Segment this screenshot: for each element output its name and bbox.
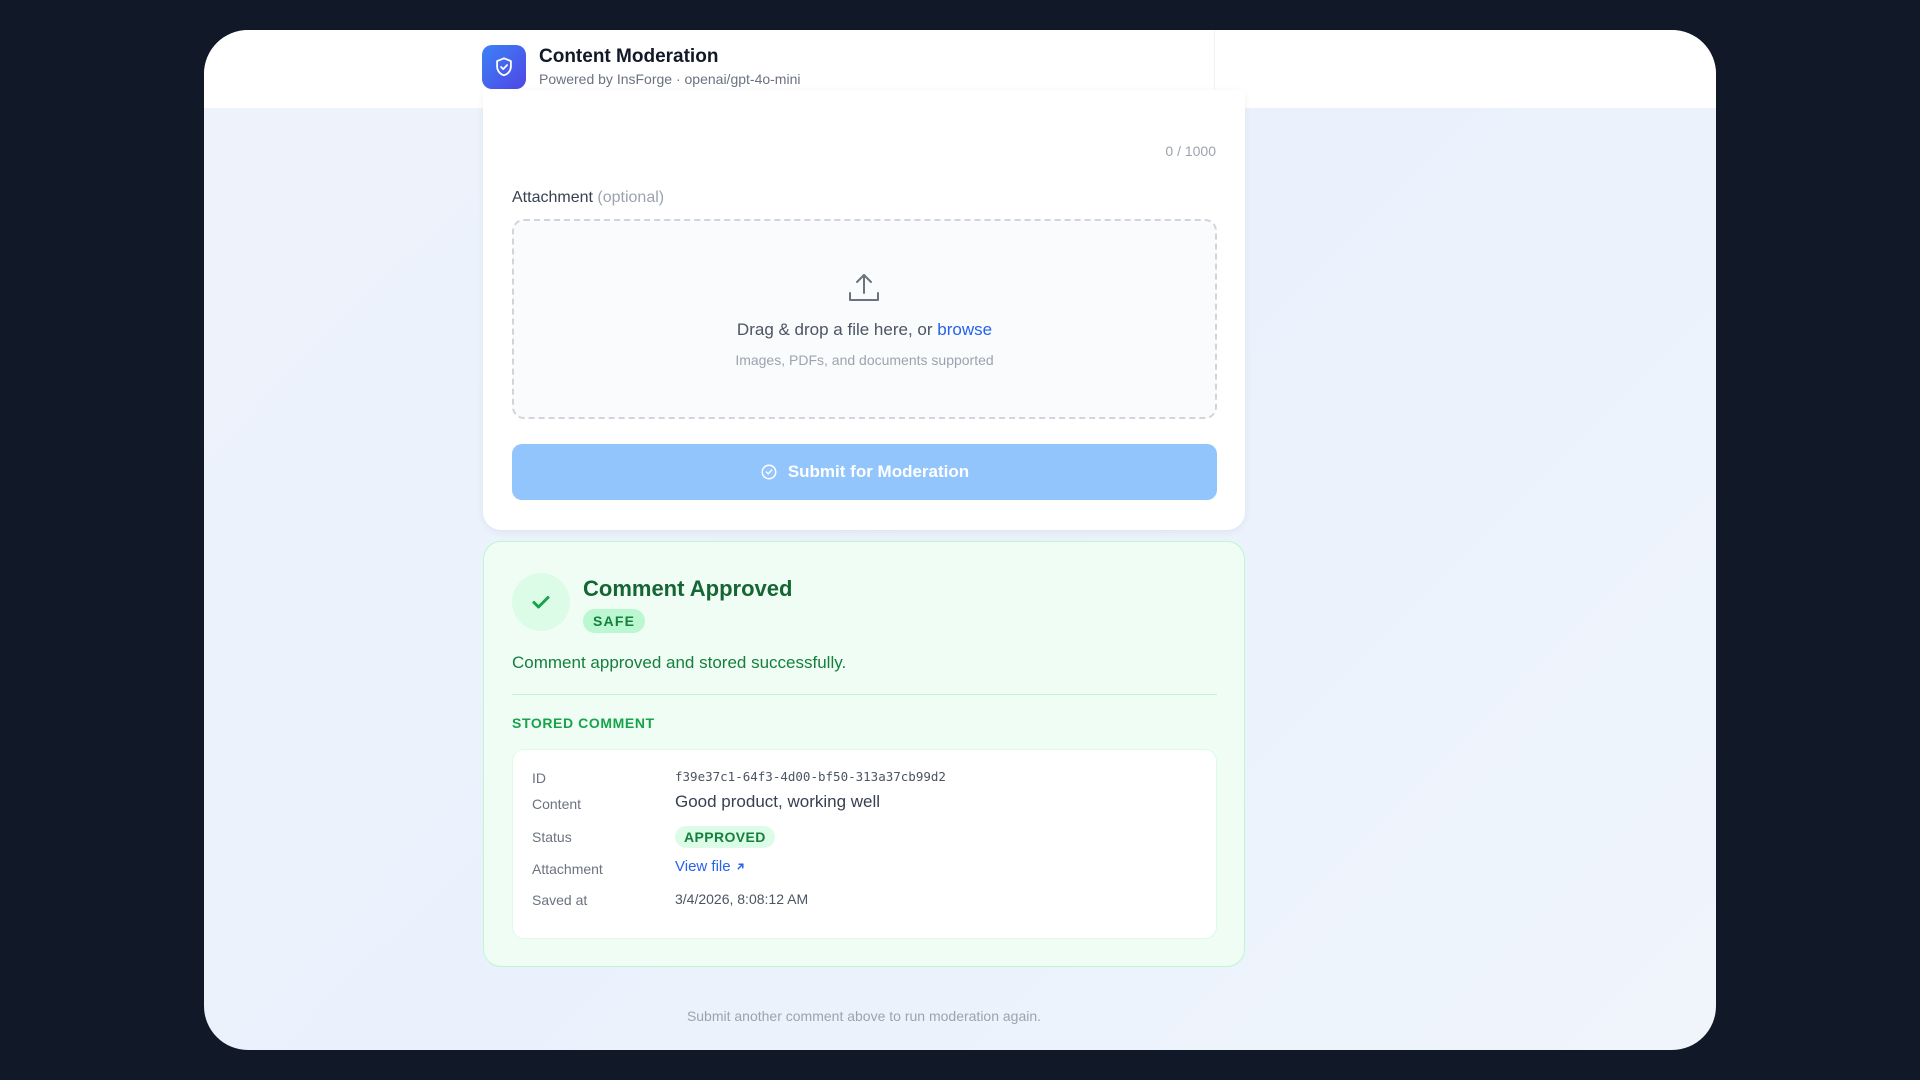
detail-value-content: Good product, working well: [675, 792, 881, 811]
view-file-label: View file: [675, 858, 731, 875]
stored-comment-details: ID f39e37c1-64f3-4d00-bf50-313a37cb99d2 …: [512, 749, 1217, 939]
comment-form-card: 0 / 1000 Attachment (optional) Drag & dr…: [483, 90, 1245, 530]
dropzone-hint: Images, PDFs, and documents supported: [735, 352, 994, 368]
detail-row-content: Content Good product, working well: [532, 792, 1197, 816]
detail-label-attachment: Attachment: [532, 861, 603, 877]
view-file-link[interactable]: View file: [675, 858, 746, 875]
browse-link[interactable]: browse: [937, 320, 992, 339]
detail-label-saved-at: Saved at: [532, 892, 588, 908]
app-title: Content Moderation: [539, 46, 719, 67]
dropzone-instruction: Drag & drop a file here, or: [736, 320, 933, 339]
result-message: Comment approved and stored successfully…: [512, 653, 847, 672]
file-dropzone[interactable]: Drag & drop a file here, or browse Image…: [512, 219, 1217, 419]
submit-button-label: Submit for Moderation: [787, 462, 970, 481]
divider: [512, 694, 1217, 695]
moderation-result-card: Comment Approved SAFE Comment approved a…: [483, 541, 1245, 967]
status-badge: APPROVED: [675, 826, 775, 848]
submit-button[interactable]: Submit for Moderation: [512, 444, 1217, 500]
detail-row-id: ID f39e37c1-64f3-4d00-bf50-313a37cb99d2: [532, 766, 1197, 790]
attachment-label-text: Attachment: [512, 189, 593, 206]
upload-icon: [849, 274, 879, 301]
result-title: Comment Approved: [583, 576, 793, 601]
check-circle-icon: [761, 464, 777, 480]
app-subtitle: Powered by InsForge · openai/gpt-4o-mini: [539, 71, 801, 87]
detail-row-status: Status APPROVED: [532, 825, 1197, 849]
external-link-icon: [737, 863, 744, 870]
stored-comment-heading: STORED COMMENT: [512, 715, 655, 731]
shield-check-icon: [482, 45, 526, 89]
detail-label-content: Content: [532, 796, 582, 812]
detail-label-status: Status: [532, 829, 572, 845]
char-counter: 0 / 1000: [1165, 143, 1216, 159]
safe-badge: SAFE: [583, 609, 646, 633]
detail-label-id: ID: [532, 770, 546, 786]
attachment-optional-text: (optional): [597, 189, 665, 206]
attachment-label: Attachment (optional): [512, 189, 664, 207]
detail-value-id: f39e37c1-64f3-4d00-bf50-313a37cb99d2: [675, 769, 946, 784]
approved-check-icon: [512, 573, 570, 631]
footer-note: Submit another comment above to run mode…: [686, 1008, 1042, 1024]
detail-value-saved-at: 3/4/2026, 8:08:12 AM: [675, 891, 809, 907]
dropzone-text: Drag & drop a file here, or browse: [514, 320, 1215, 340]
app-window: Content Moderation Powered by InsForge ·…: [204, 30, 1716, 1050]
detail-row-attachment: Attachment View file: [532, 857, 1197, 881]
detail-row-saved-at: Saved at 3/4/2026, 8:08:12 AM: [532, 888, 1197, 912]
